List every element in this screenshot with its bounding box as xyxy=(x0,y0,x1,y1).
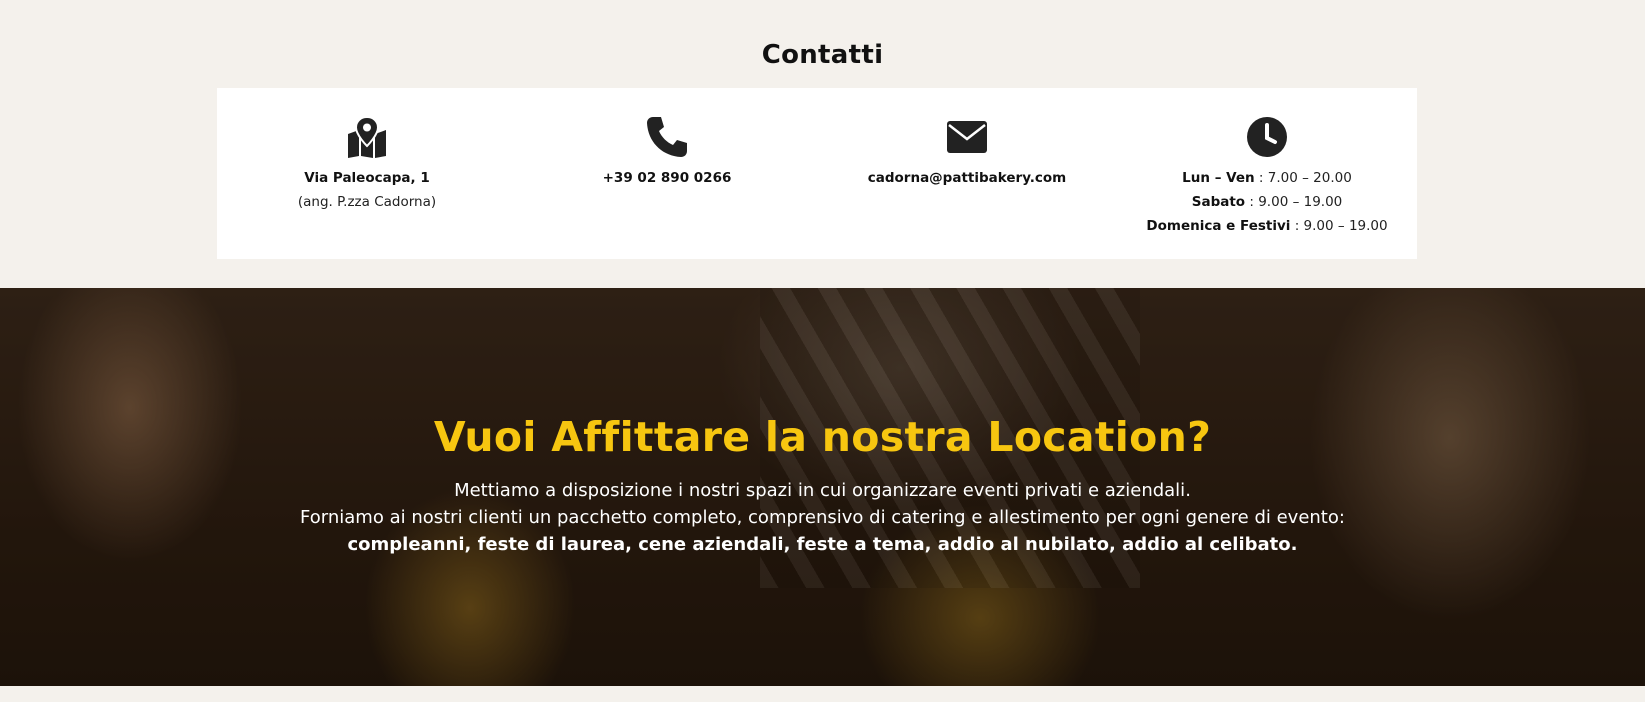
hours-value: 9.00 – 19.00 xyxy=(1258,194,1343,210)
location-text-line-1: Mettiamo a disposizione i nostri spazi i… xyxy=(454,480,1191,501)
location-text-line-2: Forniamo ai nostri clienti un pacchetto … xyxy=(300,507,1345,528)
hours-separator: : xyxy=(1254,170,1268,186)
contact-hours: Lun – Ven : 7.00 – 20.00 Sabato : 9.00 –… xyxy=(1117,88,1417,259)
hours-label: Domenica e Festivi xyxy=(1146,218,1291,234)
location-text-line-3: compleanni, feste di laurea, cene aziend… xyxy=(347,534,1298,555)
contacts-section: Contatti Via Paleocapa, 1 (ang. P.zza Ca… xyxy=(0,0,1645,288)
hours-row: Lun – Ven : 7.00 – 20.00 xyxy=(1182,166,1352,190)
address-line-2: (ang. P.zza Cadorna) xyxy=(297,194,437,210)
hours-value: 7.00 – 20.00 xyxy=(1267,170,1352,186)
hours-separator: : xyxy=(1290,218,1304,234)
envelope-icon xyxy=(944,115,990,159)
hours-label: Lun – Ven xyxy=(1182,170,1255,186)
hours-separator: : xyxy=(1245,194,1259,210)
clock-icon xyxy=(1244,115,1290,159)
contacts-title: Contatti xyxy=(761,40,884,70)
contacts-card: Via Paleocapa, 1 (ang. P.zza Cadorna) +3… xyxy=(217,88,1417,259)
phone-number[interactable]: +39 02 890 0266 xyxy=(603,166,732,190)
hours-row: Sabato : 9.00 – 19.00 xyxy=(1192,190,1343,214)
address-line-1: Via Paleocapa, 1 xyxy=(304,170,430,186)
contact-phone: +39 02 890 0266 xyxy=(517,88,817,259)
hours-value: 9.00 – 19.00 xyxy=(1303,218,1388,234)
hours-row: Domenica e Festivi : 9.00 – 19.00 xyxy=(1146,214,1387,238)
location-banner: Vuoi Affittare la nostra Location? Metti… xyxy=(0,288,1645,686)
contact-address: Via Paleocapa, 1 (ang. P.zza Cadorna) xyxy=(217,88,517,259)
email-address[interactable]: cadorna@pattibakery.com xyxy=(868,166,1066,190)
location-title: Vuoi Affittare la nostra Location? xyxy=(433,413,1212,461)
bottom-strip xyxy=(0,686,1645,702)
phone-icon xyxy=(644,115,690,159)
map-pin-icon xyxy=(344,115,390,159)
hours-label: Sabato xyxy=(1191,194,1246,210)
contact-email: cadorna@pattibakery.com xyxy=(817,88,1117,259)
banner-content: Vuoi Affittare la nostra Location? Metti… xyxy=(0,413,1645,558)
